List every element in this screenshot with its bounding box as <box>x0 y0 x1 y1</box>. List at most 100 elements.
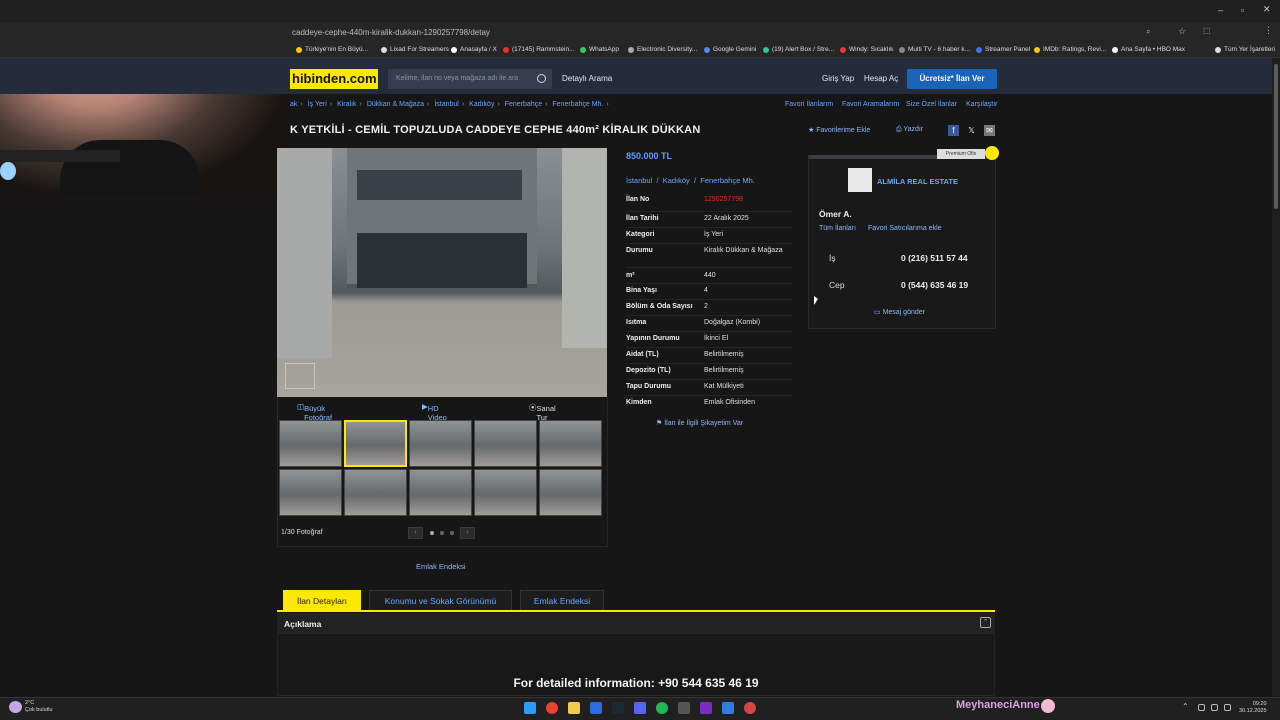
thumbnail[interactable] <box>344 469 407 516</box>
minimize-icon[interactable]: – <box>1218 5 1223 15</box>
big-photo-button[interactable]: ◫ Büyük Fotoğraf <box>297 402 332 422</box>
bookmark-item[interactable]: Electronic Diversity... <box>628 46 697 53</box>
bookmark-item[interactable]: Tüm Yer İşaretleri <box>1215 46 1275 53</box>
post-ad-button[interactable]: Ücretsiz* İlan Ver <box>907 69 997 89</box>
phone-number[interactable]: 0 (544) 635 46 19 <box>901 280 991 290</box>
bookmark-item[interactable]: Google Gemini <box>704 46 756 53</box>
page-dot[interactable] <box>450 531 454 535</box>
agency-name[interactable]: ALMİLA REAL ESTATE <box>877 177 958 186</box>
breadcrumb-item[interactable]: İstanbul <box>434 101 459 108</box>
location-neighborhood[interactable]: Fenerbahçe Mh. <box>700 176 755 185</box>
prev-page-button[interactable]: ‹ <box>408 527 423 539</box>
bookmark-item[interactable]: Windy: Sıcaklık <box>840 46 893 53</box>
extensions-icon[interactable]: ⬚ <box>1203 26 1211 35</box>
bookmark-item[interactable]: Anasayfa / X <box>451 46 497 53</box>
emlak-index-link[interactable]: Emlak Endeksi <box>416 562 466 571</box>
bookmark-item[interactable]: WhatsApp <box>580 46 619 53</box>
phone-number[interactable]: 0 (216) 511 57 44 <box>901 253 991 263</box>
favorite-searches-link[interactable]: Favori Aramalarım <box>842 101 899 108</box>
bookmark-item[interactable]: (17145) Rammstein... <box>503 46 575 53</box>
bookmark-item[interactable]: Multi TV - 6 haber k... <box>899 46 970 53</box>
collapse-icon[interactable]: ⌃ <box>980 617 991 628</box>
volume-icon[interactable] <box>1224 704 1231 711</box>
complaint-link[interactable]: ⚑ İlan ile İlgili Şikayetim Var <box>656 419 743 427</box>
edge-icon[interactable] <box>590 702 602 714</box>
bookmark-item[interactable]: (19) Alert Box / Stre... <box>763 46 834 53</box>
site-logo[interactable]: hibinden.com <box>290 69 378 89</box>
favorite-add-link[interactable]: ★ Favorilerime Ekle <box>808 126 870 134</box>
virtual-tour-button[interactable]: ⦿ Sanal Tur <box>529 402 556 422</box>
chrome-icon[interactable] <box>546 702 558 714</box>
email-share-icon[interactable]: ✉ <box>984 125 995 136</box>
thumbnail[interactable] <box>539 469 602 516</box>
obs-icon[interactable] <box>744 702 756 714</box>
weather-widget[interactable]: 2°C Çok bulutlu <box>25 700 53 714</box>
discord-icon[interactable] <box>634 702 646 714</box>
main-photo[interactable] <box>277 148 607 397</box>
all-listings-link[interactable]: Tüm İlanları <box>819 225 856 232</box>
twitch-icon[interactable] <box>700 702 712 714</box>
breadcrumb-item[interactable]: ak <box>290 101 297 108</box>
hd-video-button[interactable]: ▶ HD Video <box>422 402 447 422</box>
thumbnail[interactable] <box>279 469 342 516</box>
thumbnail-selected[interactable] <box>344 420 407 467</box>
send-message-link[interactable]: ▭ Mesaj gönder <box>874 308 925 316</box>
weather-icon[interactable] <box>9 701 22 713</box>
breadcrumb-item[interactable]: Kadıköy <box>469 101 494 108</box>
breadcrumb-item[interactable]: Dükkan & Mağaza <box>367 101 424 108</box>
compare-link[interactable]: Karşılaştır <box>966 101 998 108</box>
bookmark-item[interactable]: Türkiye'nin En Büyü... <box>296 46 368 53</box>
network-icon[interactable] <box>1211 704 1218 711</box>
bookmark-item[interactable]: IMDb: Ratings, Revi... <box>1034 46 1106 53</box>
tray-expand-icon[interactable]: ⌃ <box>1182 702 1189 711</box>
login-link[interactable]: Giriş Yap <box>822 74 854 83</box>
start-icon[interactable] <box>524 702 536 714</box>
thumbnail[interactable] <box>474 420 537 467</box>
search-input[interactable]: Kelime, ilan no veya mağaza adı ile ara <box>388 69 552 89</box>
zoom-icon[interactable]: ⌕ <box>1146 27 1150 37</box>
page-dot[interactable] <box>440 531 444 535</box>
bookmark-item[interactable]: Streamer Panel <box>976 46 1030 53</box>
register-link[interactable]: Hesap Aç <box>864 74 898 83</box>
scrollbar-thumb[interactable] <box>1274 64 1278 209</box>
breadcrumb-item[interactable]: Fenerbahçe Mh. <box>552 101 603 108</box>
location-city[interactable]: İstanbul <box>626 176 652 185</box>
steam-icon[interactable] <box>612 702 624 714</box>
calculator-icon[interactable] <box>678 702 690 714</box>
thumbnail[interactable] <box>409 420 472 467</box>
tab-emlak-index[interactable]: Emlak Endeksi <box>520 590 604 610</box>
app-icon[interactable] <box>722 702 734 714</box>
breadcrumb-item[interactable]: Kiralık <box>337 101 356 108</box>
detailed-search-link[interactable]: Detaylı Arama <box>562 74 612 83</box>
close-icon[interactable]: ✕ <box>1263 4 1271 15</box>
thumbnail[interactable] <box>539 420 602 467</box>
url-text[interactable]: caddeye-cephe-440m-kiralik-dukkan-129025… <box>292 28 490 37</box>
location-district[interactable]: Kadıköy <box>663 176 690 185</box>
x-share-icon[interactable]: 𝕏 <box>966 125 977 136</box>
menu-icon[interactable]: ⋮ <box>1264 25 1273 36</box>
next-page-button[interactable]: › <box>460 527 475 539</box>
favorite-listings-link[interactable]: Favori İlanlarım <box>785 101 833 108</box>
breadcrumb-item[interactable]: İş Yeri <box>308 101 327 108</box>
bookmark-item[interactable]: Lixad For Streamers <box>381 46 449 53</box>
agency-logo[interactable] <box>848 168 872 192</box>
system-clock[interactable]: 09:20 30.12.2025 <box>1239 701 1267 715</box>
tab-listing-details[interactable]: İlan Detayları <box>283 590 361 610</box>
spotify-icon[interactable] <box>656 702 668 714</box>
special-listings-link[interactable]: Size Özel İlanlar <box>906 101 957 108</box>
maximize-icon[interactable]: ▫ <box>1241 5 1244 15</box>
print-link[interactable]: ⎙ Yazdır <box>896 126 923 134</box>
bookmark-item[interactable]: Ana Sayfa • HBO Max <box>1112 46 1185 53</box>
favorite-seller-link[interactable]: Favori Satıcılarıma ekle <box>868 225 942 232</box>
bookmark-star-icon[interactable]: ☆ <box>1178 26 1186 37</box>
thumbnail[interactable] <box>279 420 342 467</box>
tab-location[interactable]: Konumu ve Sokak Görünümü <box>369 590 512 610</box>
search-icon[interactable] <box>537 74 546 83</box>
thumbnail[interactable] <box>409 469 472 516</box>
address-bar[interactable]: caddeye-cephe-440m-kiralik-dukkan-129025… <box>0 22 1280 42</box>
facebook-share-icon[interactable]: f <box>948 125 959 136</box>
breadcrumb-item[interactable]: Fenerbahçe <box>505 101 542 108</box>
file-explorer-icon[interactable] <box>568 702 580 714</box>
thumbnail[interactable] <box>474 469 537 516</box>
page-dot-active[interactable] <box>430 531 434 535</box>
